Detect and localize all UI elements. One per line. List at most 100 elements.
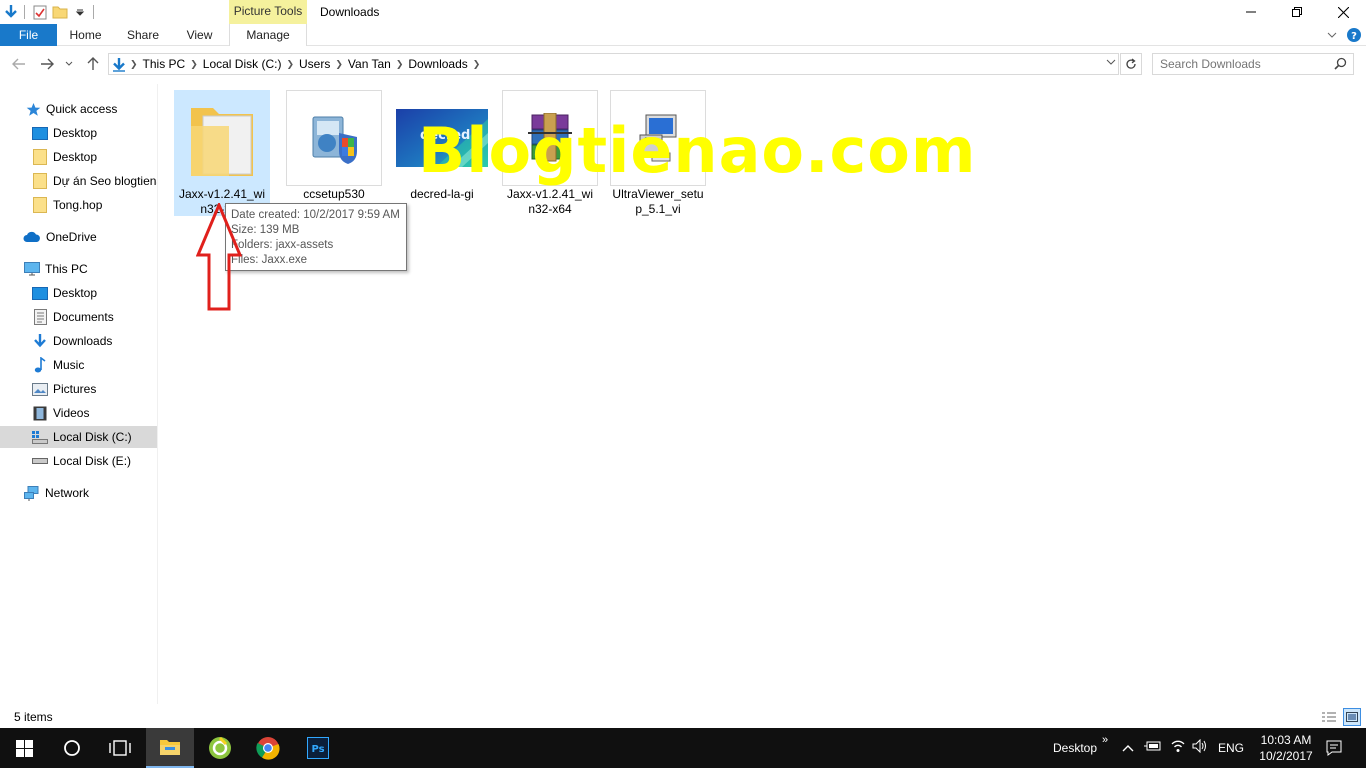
nav-qa-desktop-1[interactable]: Desktop	[0, 122, 157, 144]
restore-icon	[1292, 7, 1302, 17]
nav-label: Videos	[53, 406, 90, 420]
computer-icon	[24, 261, 40, 277]
breadcrumb-separator[interactable]: ❯	[473, 59, 481, 70]
system-clock[interactable]: 10:03 AM 10/2/2017	[1250, 732, 1322, 764]
up-button[interactable]	[83, 54, 103, 74]
file-name: UltraViewer_setup_5.1_vi	[612, 187, 704, 216]
tab-home[interactable]: Home	[57, 24, 114, 46]
close-button[interactable]	[1320, 0, 1366, 24]
show-hidden-icons-icon[interactable]	[1122, 741, 1134, 755]
tooltip-folders: Folders: jaxx-assets	[231, 239, 334, 251]
back-arrow-icon	[12, 58, 25, 70]
nav-pc-documents[interactable]: Documents	[0, 306, 157, 328]
folder-icon	[32, 197, 48, 213]
star-icon	[25, 101, 41, 117]
properties-icon[interactable]	[31, 3, 49, 21]
windows-drive-icon	[32, 429, 48, 445]
address-bar[interactable]: ❯ This PC ❯ Local Disk (C:) ❯ Users ❯ Va…	[108, 53, 1119, 75]
minimize-icon	[1246, 11, 1256, 13]
breadcrumb-local-disk-c[interactable]: Local Disk (C:)	[198, 57, 287, 71]
breadcrumb-separator[interactable]: ❯	[335, 59, 343, 70]
file-tile[interactable]: decred decred-la-gi	[394, 90, 490, 216]
taskbar-photoshop[interactable]: Ps	[294, 728, 342, 768]
large-icons-view-icon	[1346, 712, 1358, 722]
refresh-button[interactable]	[1120, 53, 1142, 75]
desktop-toolbar-label[interactable]: Desktop	[1053, 741, 1097, 755]
restore-button[interactable]	[1274, 0, 1320, 24]
tab-manage[interactable]: Manage	[229, 24, 307, 46]
wifi-icon[interactable]	[1170, 739, 1186, 756]
down-arrow-icon[interactable]	[2, 3, 20, 21]
tab-file[interactable]: File	[0, 24, 57, 46]
film-icon	[32, 405, 48, 421]
nav-quick-access[interactable]: Quick access	[0, 98, 157, 120]
breadcrumb-this-pc[interactable]: This PC	[138, 57, 191, 71]
search-icon[interactable]	[1334, 57, 1347, 73]
forward-button[interactable]	[37, 54, 57, 74]
recent-locations-button[interactable]	[62, 54, 76, 74]
nav-qa-tong-hop[interactable]: Tong.hop	[0, 194, 157, 216]
nav-pc-videos[interactable]: Videos	[0, 402, 157, 424]
close-icon	[1337, 6, 1349, 18]
nav-pc-local-disk-c[interactable]: Local Disk (C:)	[0, 426, 157, 448]
tab-view[interactable]: View	[172, 24, 227, 46]
nav-this-pc[interactable]: This PC	[0, 258, 157, 280]
minimize-button[interactable]	[1228, 0, 1274, 24]
nav-onedrive[interactable]: OneDrive	[0, 226, 157, 248]
ribbon-controls: ?	[1322, 24, 1366, 46]
clock-time: 10:03 AM	[1260, 733, 1312, 747]
file-tile[interactable]: Jaxx-v1.2.41_win32-x64	[174, 90, 270, 216]
music-note-icon	[32, 357, 48, 373]
toolbar-overflow-icon[interactable]: »	[1102, 734, 1108, 746]
customize-toolbar-icon[interactable]	[71, 3, 89, 21]
breadcrumb-separator[interactable]: ❯	[190, 59, 198, 70]
breadcrumb-van-tan[interactable]: Van Tan	[343, 57, 396, 71]
nav-pc-downloads[interactable]: Downloads	[0, 330, 157, 352]
breadcrumb-users[interactable]: Users	[294, 57, 335, 71]
help-icon[interactable]: ?	[1342, 28, 1366, 42]
taskbar-app-green[interactable]	[196, 728, 244, 768]
breadcrumb-separator[interactable]: ❯	[396, 59, 404, 70]
new-folder-icon[interactable]	[51, 3, 69, 21]
file-tile[interactable]: Jaxx-v1.2.41_win32-x64	[502, 90, 598, 216]
start-button[interactable]	[0, 728, 48, 768]
large-icons-view-button[interactable]	[1343, 708, 1361, 726]
navigation-pane: Quick access Desktop Desktop Dự án Seo b…	[0, 96, 157, 696]
details-view-button[interactable]	[1320, 708, 1338, 726]
task-view-button[interactable]	[96, 728, 144, 768]
breadcrumb-separator[interactable]: ❯	[286, 59, 294, 70]
nav-pc-pictures[interactable]: Pictures	[0, 378, 157, 400]
nav-label: Music	[53, 358, 85, 372]
chevron-down-icon	[65, 61, 73, 66]
pane-divider[interactable]	[157, 84, 158, 704]
cortana-circle-icon	[64, 740, 80, 756]
expand-ribbon-icon[interactable]	[1322, 32, 1342, 38]
tab-share[interactable]: Share	[114, 24, 172, 46]
action-center-icon[interactable]	[1326, 740, 1342, 759]
desktop-icon	[32, 285, 48, 301]
breadcrumb-downloads[interactable]: Downloads	[403, 57, 472, 71]
input-language[interactable]: ENG	[1218, 741, 1244, 755]
taskbar-file-explorer[interactable]	[146, 728, 194, 768]
nav-network[interactable]: Network	[0, 482, 157, 504]
taskbar-chrome[interactable]	[244, 728, 292, 768]
breadcrumb-separator[interactable]: ❯	[130, 59, 138, 70]
nav-pc-local-disk-e[interactable]: Local Disk (E:)	[0, 450, 157, 472]
nav-qa-desktop-2[interactable]: Desktop	[0, 146, 157, 168]
nav-label: Pictures	[53, 382, 97, 396]
battery-icon[interactable]	[1144, 740, 1162, 755]
nav-pc-music[interactable]: Music	[0, 354, 157, 376]
search-box[interactable]	[1152, 53, 1354, 75]
nav-label: Documents	[53, 310, 114, 324]
task-view-icon	[109, 740, 131, 756]
nav-qa-du-an-seo[interactable]: Dự án Seo blogtienao	[0, 170, 157, 192]
address-history-dropdown[interactable]	[1106, 57, 1116, 68]
status-bar: 5 items	[0, 706, 1366, 728]
search-button[interactable]	[48, 728, 96, 768]
file-tile[interactable]: ccsetup530	[286, 90, 382, 216]
file-tile[interactable]: UltraViewer_setup_5.1_vi	[610, 90, 706, 216]
nav-pc-desktop[interactable]: Desktop	[0, 282, 157, 304]
back-button[interactable]	[9, 54, 29, 74]
search-input[interactable]	[1153, 54, 1323, 74]
volume-icon[interactable]	[1192, 738, 1208, 756]
